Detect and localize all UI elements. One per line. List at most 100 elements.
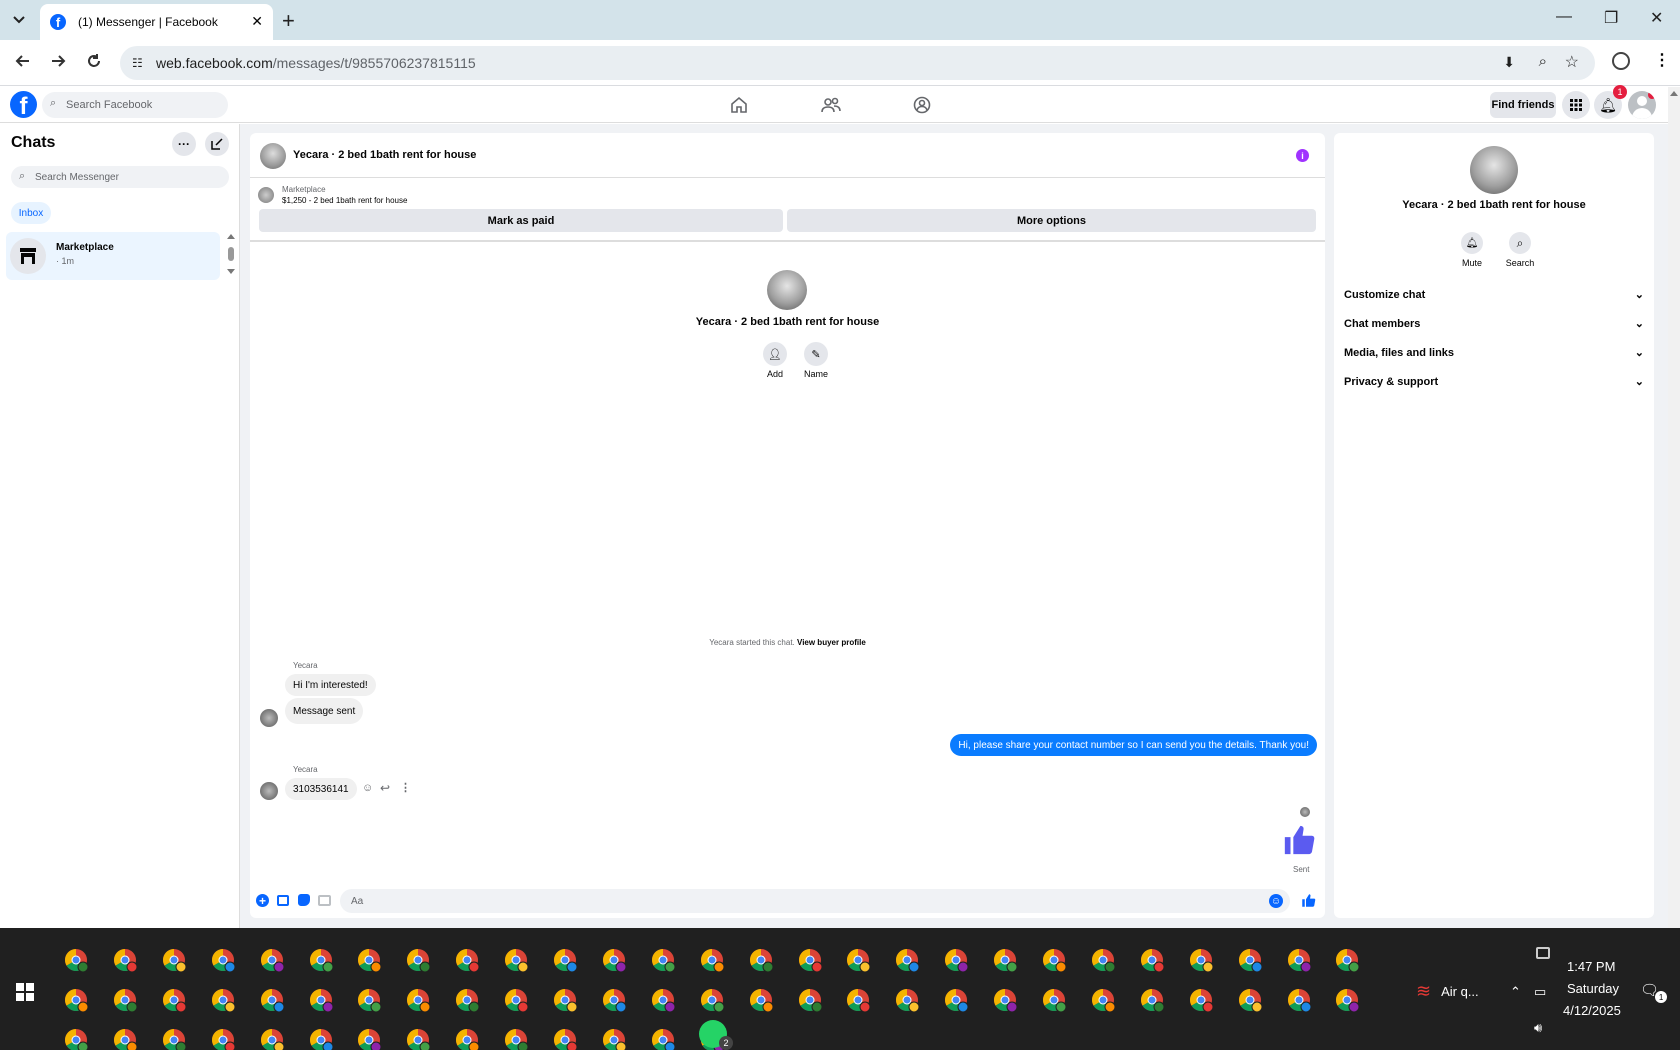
- chrome-profile-taskbar-button[interactable]: [1285, 946, 1313, 974]
- conversation-info-button[interactable]: i: [1296, 149, 1309, 162]
- chrome-profile-taskbar-button[interactable]: [62, 946, 90, 974]
- chrome-profile-taskbar-button[interactable]: [1089, 986, 1117, 1014]
- plus-icon[interactable]: +: [256, 894, 269, 907]
- privacy-support-section[interactable]: Privacy & support ⌄: [1344, 375, 1644, 389]
- mark-as-paid-button[interactable]: Mark as paid: [259, 209, 783, 232]
- incoming-message[interactable]: Hi I'm interested!: [285, 674, 376, 696]
- view-buyer-profile-link[interactable]: View buyer profile: [797, 638, 866, 647]
- chrome-profile-taskbar-button[interactable]: [111, 1026, 139, 1050]
- chrome-profile-taskbar-button[interactable]: [1187, 946, 1215, 974]
- chrome-profile-taskbar-button[interactable]: [258, 986, 286, 1014]
- chrome-profile-taskbar-button[interactable]: [747, 946, 775, 974]
- chrome-profile-taskbar-button[interactable]: [453, 1026, 481, 1050]
- chrome-profile-taskbar-button[interactable]: [62, 1026, 90, 1050]
- add-people-button[interactable]: 👤︎ Add: [762, 342, 788, 379]
- inbox-filter-tab[interactable]: Inbox: [11, 202, 51, 224]
- messenger-search-input[interactable]: ⌕ Search Messenger: [11, 166, 229, 188]
- clock-date[interactable]: 4/12/2025: [1563, 1003, 1621, 1018]
- forward-button[interactable]: [49, 52, 67, 70]
- mute-button[interactable]: 🔔︎ Mute: [1456, 232, 1488, 268]
- chrome-profile-taskbar-button[interactable]: [1089, 946, 1117, 974]
- show-hidden-icons-button[interactable]: ⌃: [1510, 984, 1521, 1000]
- chrome-profile-taskbar-button[interactable]: [991, 946, 1019, 974]
- chrome-profile-taskbar-button[interactable]: [551, 986, 579, 1014]
- chrome-profile-taskbar-button[interactable]: [502, 986, 530, 1014]
- chrome-profile-taskbar-button[interactable]: [307, 986, 335, 1014]
- whatsapp-taskbar-button[interactable]: 2: [699, 1020, 733, 1050]
- chrome-profile-taskbar-button[interactable]: [942, 946, 970, 974]
- chrome-profile-taskbar-button[interactable]: [355, 946, 383, 974]
- find-friends-button[interactable]: Find friends: [1490, 92, 1556, 118]
- chrome-profile-taskbar-button[interactable]: [111, 946, 139, 974]
- notification-center-button[interactable]: 🗨︎ 1: [1640, 981, 1668, 1003]
- chrome-profile-taskbar-button[interactable]: [893, 946, 921, 974]
- chrome-profile-taskbar-button[interactable]: [404, 946, 432, 974]
- meet-now-icon[interactable]: [1536, 947, 1550, 959]
- browser-tab-active[interactable]: f (1) Messenger | Facebook ✕: [40, 4, 273, 40]
- react-icon[interactable]: ☺: [362, 782, 373, 794]
- send-like-button[interactable]: [1301, 893, 1316, 908]
- chrome-profile-taskbar-button[interactable]: [355, 986, 383, 1014]
- chrome-profile-taskbar-button[interactable]: [649, 946, 677, 974]
- chrome-profile-taskbar-button[interactable]: [991, 986, 1019, 1014]
- chrome-profile-taskbar-button[interactable]: [258, 1026, 286, 1050]
- chrome-profile-taskbar-button[interactable]: [1138, 946, 1166, 974]
- chrome-profile-taskbar-button[interactable]: [453, 986, 481, 1014]
- window-close-button[interactable]: ✕: [1650, 8, 1663, 28]
- tab-search-button[interactable]: [8, 10, 30, 30]
- chrome-profile-taskbar-button[interactable]: [1187, 986, 1215, 1014]
- menu-grid-button[interactable]: [1562, 91, 1590, 119]
- chrome-profile-taskbar-button[interactable]: [453, 946, 481, 974]
- sidebar-scrollbar[interactable]: [226, 234, 236, 274]
- clock-day[interactable]: Saturday: [1567, 981, 1619, 996]
- conversation-avatar[interactable]: [260, 143, 286, 169]
- chrome-profile-taskbar-button[interactable]: [307, 946, 335, 974]
- profile-icon[interactable]: [1612, 52, 1630, 70]
- facebook-logo[interactable]: f: [10, 91, 37, 118]
- new-tab-button[interactable]: +: [282, 8, 295, 34]
- tab-close-icon[interactable]: ✕: [251, 13, 263, 30]
- chrome-profile-taskbar-button[interactable]: [209, 1026, 237, 1050]
- message-input[interactable]: Aa ☺: [340, 889, 1290, 913]
- chrome-profile-taskbar-button[interactable]: [1333, 946, 1361, 974]
- chrome-profile-taskbar-button[interactable]: [649, 986, 677, 1014]
- chrome-profile-taskbar-button[interactable]: [209, 986, 237, 1014]
- chrome-profile-taskbar-button[interactable]: [747, 986, 775, 1014]
- page-scrollbar[interactable]: [1668, 87, 1680, 928]
- install-app-icon[interactable]: ⬇: [1503, 54, 1515, 71]
- chrome-profile-taskbar-button[interactable]: [796, 946, 824, 974]
- outgoing-message[interactable]: Hi, please share your contact number so …: [950, 734, 1317, 756]
- chrome-profile-taskbar-button[interactable]: [1236, 946, 1264, 974]
- zoom-icon[interactable]: ⌕: [1539, 53, 1547, 70]
- chrome-profile-taskbar-button[interactable]: [404, 1026, 432, 1050]
- chrome-profile-taskbar-button[interactable]: [258, 946, 286, 974]
- network-icon[interactable]: ▭: [1534, 984, 1546, 1000]
- chrome-profile-taskbar-button[interactable]: [502, 946, 530, 974]
- chrome-profile-taskbar-button[interactable]: [1138, 986, 1166, 1014]
- chrome-profile-taskbar-button[interactable]: [209, 946, 237, 974]
- photo-icon[interactable]: [277, 895, 289, 906]
- chrome-profile-taskbar-button[interactable]: [698, 986, 726, 1014]
- chrome-profile-taskbar-button[interactable]: [600, 986, 628, 1014]
- incoming-message[interactable]: 3103536141: [285, 778, 357, 800]
- account-avatar[interactable]: [1628, 91, 1656, 119]
- address-bar[interactable]: ☷ web.facebook.com/messages/t/9855706237…: [120, 46, 1595, 80]
- edit-name-button[interactable]: ✎ Name: [796, 342, 836, 379]
- chrome-profile-taskbar-button[interactable]: [1040, 986, 1068, 1014]
- customize-chat-section[interactable]: Customize chat ⌄: [1344, 288, 1644, 302]
- chrome-profile-taskbar-button[interactable]: [942, 986, 970, 1014]
- chrome-profile-taskbar-button[interactable]: [502, 1026, 530, 1050]
- sticker-icon[interactable]: [298, 894, 310, 906]
- chrome-profile-taskbar-button[interactable]: [844, 946, 872, 974]
- browser-menu-icon[interactable]: ⋮: [1654, 50, 1670, 70]
- chrome-profile-taskbar-button[interactable]: [404, 986, 432, 1014]
- chats-options-button[interactable]: ···: [172, 132, 196, 156]
- chrome-profile-taskbar-button[interactable]: [600, 1026, 628, 1050]
- chrome-profile-taskbar-button[interactable]: [551, 946, 579, 974]
- chrome-profile-taskbar-button[interactable]: [698, 946, 726, 974]
- thumbs-up-sticker[interactable]: [1282, 823, 1316, 857]
- friends-nav-button[interactable]: [821, 96, 841, 114]
- more-options-button[interactable]: More options: [787, 209, 1316, 232]
- gif-icon[interactable]: [318, 895, 331, 906]
- chrome-profile-taskbar-button[interactable]: [600, 946, 628, 974]
